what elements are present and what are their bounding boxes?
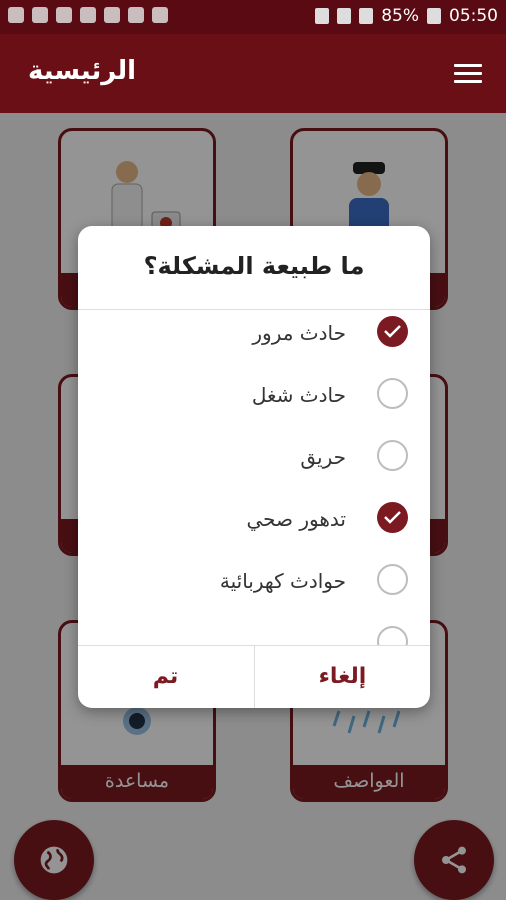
checkbox-checked[interactable] xyxy=(377,502,408,533)
checkbox-unchecked[interactable] xyxy=(377,378,408,409)
checkbox-unchecked[interactable] xyxy=(377,626,408,646)
options-list: حادث مرور حادث شغل حريق تدهور صحي حوادث … xyxy=(78,310,430,646)
option-label: حريق xyxy=(300,445,346,469)
checkmark-icon xyxy=(384,511,401,524)
gift-icon xyxy=(128,7,144,23)
page-title: الرئيسية xyxy=(28,56,137,86)
battery-icon xyxy=(427,8,441,24)
notification-icons xyxy=(8,7,168,23)
checkbox-unchecked[interactable] xyxy=(377,440,408,471)
battery-percent: 85% xyxy=(381,6,419,26)
option-health-deterioration[interactable]: تدهور صحي xyxy=(78,489,430,551)
option-label: حادث مرور xyxy=(252,321,346,345)
check-icon xyxy=(80,7,96,23)
sim-icon xyxy=(315,8,330,24)
messenger-icon xyxy=(8,7,24,23)
signal-icon xyxy=(359,8,374,24)
option-electrical-accidents[interactable]: حوادث كهربائية xyxy=(78,551,430,613)
hamburger-menu-icon[interactable] xyxy=(454,64,482,84)
cancel-button[interactable]: إلغاء xyxy=(254,646,430,708)
clock: 05:50 xyxy=(449,6,498,26)
option-fire[interactable]: حريق xyxy=(78,427,430,489)
option-traffic-accident[interactable]: حادث مرور xyxy=(78,310,430,365)
option-work-accident[interactable]: حادث شغل xyxy=(78,365,430,427)
option-partially-hidden[interactable] xyxy=(78,613,430,646)
problem-type-dialog: ما طبيعة المشكلة؟ حادث مرور حادث شغل حري… xyxy=(78,226,430,708)
checkbox-checked[interactable] xyxy=(377,316,408,347)
signal-icon xyxy=(337,8,352,24)
status-bar: 85% 05:50 xyxy=(0,0,506,34)
option-label: تدهور صحي xyxy=(246,507,346,531)
check-icon xyxy=(104,7,120,23)
option-label: حوادث كهربائية xyxy=(219,569,346,593)
app-icon xyxy=(152,7,168,23)
dialog-title: ما طبيعة المشكلة؟ xyxy=(143,252,365,280)
messenger-icon xyxy=(32,7,48,23)
app-bar: الرئيسية xyxy=(0,34,506,113)
option-label: حادث شغل xyxy=(251,383,346,407)
checkbox-unchecked[interactable] xyxy=(377,564,408,595)
ok-button[interactable]: تم xyxy=(78,646,253,708)
image-icon xyxy=(56,7,72,23)
checkmark-icon xyxy=(384,325,401,338)
dialog-buttons: تم إلغاء xyxy=(78,645,430,708)
